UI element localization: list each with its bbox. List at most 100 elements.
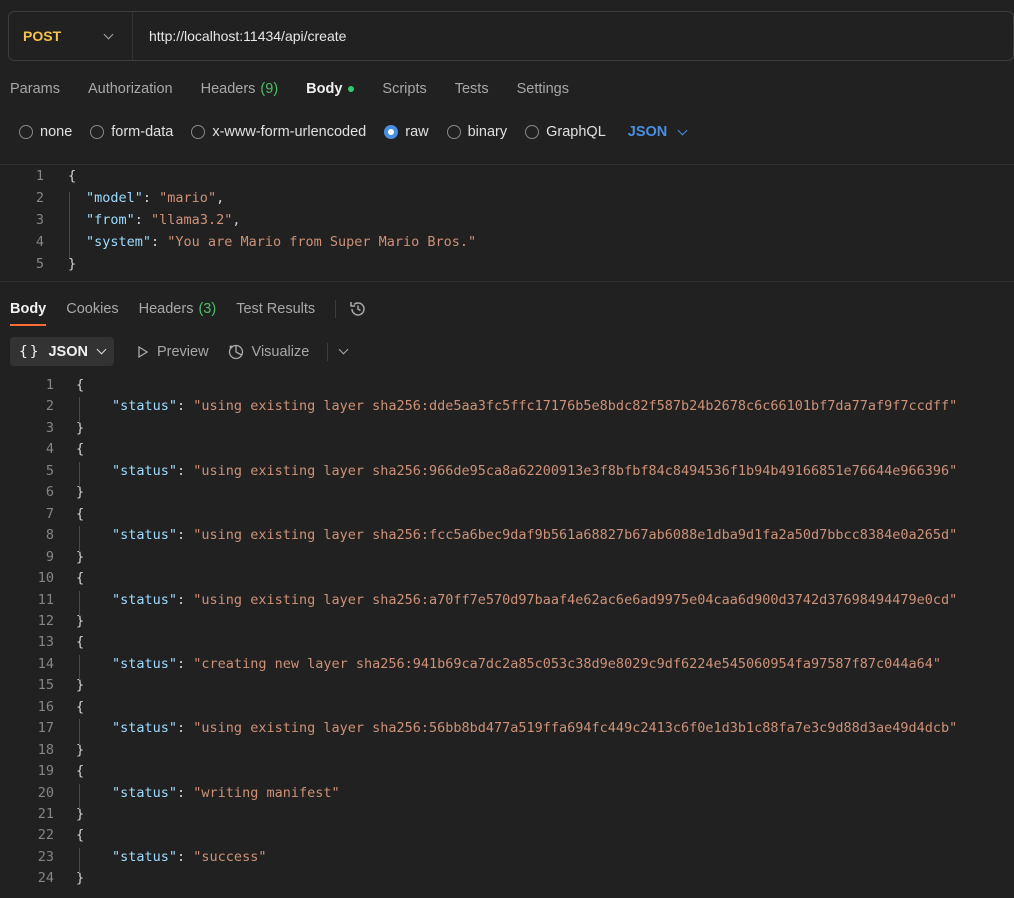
tab-label: Scripts <box>382 81 427 97</box>
tab-params[interactable]: Params <box>10 81 60 97</box>
line-number: 19 <box>37 763 54 780</box>
visualize-label: Visualize <box>251 343 310 360</box>
preview-button[interactable]: Preview <box>136 344 209 360</box>
tab-label: Test Results <box>236 301 316 317</box>
code-line: 18} <box>0 739 84 761</box>
indent-guide <box>79 590 80 616</box>
brace: { <box>76 763 85 780</box>
brace: { <box>68 168 77 184</box>
colon: : <box>177 784 194 801</box>
braces-icon: {} <box>19 343 41 360</box>
code-line: 3 "from": "llama3.2", <box>0 209 241 231</box>
history-icon[interactable] <box>348 299 368 319</box>
modified-dot-icon <box>348 86 355 92</box>
line-number: 10 <box>37 570 54 587</box>
tab-label: Params <box>10 81 60 97</box>
line-number: 20 <box>37 784 54 801</box>
json-key: "model" <box>86 190 143 206</box>
radio-raw[interactable]: raw <box>384 124 429 140</box>
brace: { <box>76 634 85 651</box>
radio-button-icon <box>90 125 105 139</box>
comma: , <box>216 190 225 206</box>
line-number: 13 <box>37 634 54 651</box>
tab-test-results[interactable]: Test Results <box>236 301 315 317</box>
line-number: 5 <box>45 462 54 479</box>
divider <box>327 342 329 361</box>
visualize-button[interactable]: Visualize <box>227 343 310 361</box>
radio-button-icon <box>446 125 461 139</box>
brace: } <box>76 677 85 694</box>
radio-form-data[interactable]: form-data <box>90 124 173 140</box>
tab-label: Body <box>306 81 343 97</box>
colon: : <box>177 527 194 544</box>
indent-guide <box>79 397 80 423</box>
tab-cookies[interactable]: Cookies <box>66 301 118 317</box>
line-number: 2 <box>35 190 44 206</box>
active-tab-indicator <box>10 324 47 326</box>
tab-tests[interactable]: Tests <box>455 81 489 97</box>
brace: } <box>68 256 77 272</box>
brace: } <box>76 741 85 758</box>
code-line: 3} <box>0 417 84 439</box>
headers-count: (9) <box>260 81 279 97</box>
request-body-editor[interactable]: 1{ 2 "model": "mario", 3 "from": "llama3.2… <box>0 164 1014 282</box>
json-value: "llama3.2" <box>151 212 233 228</box>
json-key: "status" <box>112 462 178 479</box>
colon: : <box>177 398 194 415</box>
json-value: "writing manifest" <box>193 784 340 801</box>
colon: : <box>177 655 194 672</box>
json-key: "status" <box>112 655 178 672</box>
code-line: 8 "status": "using existing layer sha256:… <box>0 524 957 546</box>
brace: { <box>76 377 85 393</box>
visualize-icon <box>228 344 243 359</box>
code-line: 11 "status": "using existing layer sha256… <box>0 589 958 611</box>
json-key: "status" <box>112 848 178 865</box>
tab-scripts[interactable]: Scripts <box>382 81 426 97</box>
radio-label: x-www-form-urlencoded <box>212 124 367 140</box>
radio-none[interactable]: none <box>19 124 72 140</box>
line-number: 14 <box>37 655 54 672</box>
line-number: 18 <box>37 741 54 758</box>
response-body-viewer[interactable]: 1{2 "status": "using existing layer sha25… <box>0 374 1014 898</box>
json-value: "creating new layer sha256:941b69ca7dc2a… <box>193 655 942 672</box>
json-value: "mario" <box>159 190 217 206</box>
raw-format-select[interactable]: JSON <box>628 124 688 140</box>
brace: } <box>76 548 85 565</box>
tab-response-body[interactable]: Body <box>10 301 47 326</box>
tab-authorization[interactable]: Authorization <box>88 81 173 97</box>
tab-response-headers[interactable]: Headers (3) <box>139 301 217 317</box>
radio-binary[interactable]: binary <box>446 124 507 140</box>
request-tabs: Params Authorization Headers (9) Body Scr… <box>10 78 597 100</box>
line-number: 21 <box>37 806 54 822</box>
line-number: 12 <box>37 612 54 629</box>
tab-headers[interactable]: Headers (9) <box>201 81 279 97</box>
line-number: 24 <box>37 870 54 887</box>
colon: : <box>177 848 194 865</box>
line-number: 4 <box>35 234 44 250</box>
url-input[interactable] <box>133 12 1013 60</box>
brace: { <box>76 441 85 458</box>
code-line: 2 "model": "mario", <box>0 187 224 209</box>
code-line: 4{ <box>0 438 84 460</box>
line-number: 11 <box>37 591 54 608</box>
request-url-bar: POST <box>8 11 1014 61</box>
json-key: "status" <box>112 527 178 544</box>
json-value: "using existing layer sha256:966de95ca8a… <box>193 462 958 479</box>
method-select[interactable]: POST <box>9 12 133 60</box>
brace: { <box>76 698 85 715</box>
code-line: 16 { <box>0 696 84 718</box>
response-format-select[interactable]: {} JSON <box>10 337 114 366</box>
brace: } <box>76 419 85 436</box>
brace: { <box>76 827 85 844</box>
line-number: 16 <box>37 698 54 715</box>
indent-guide <box>79 526 80 552</box>
tab-body[interactable]: Body <box>306 81 355 97</box>
radio-urlencoded[interactable]: x-www-form-urlencoded <box>191 124 366 140</box>
response-tabs: Body Cookies Headers (3) Test Results <box>10 298 368 326</box>
tab-settings[interactable]: Settings <box>517 81 569 97</box>
divider <box>335 300 337 318</box>
chevron-down-icon[interactable] <box>338 344 349 355</box>
radio-graphql[interactable]: GraphQL <box>525 124 606 140</box>
code-line: 24} <box>0 867 84 889</box>
tab-label: Headers <box>200 81 256 97</box>
